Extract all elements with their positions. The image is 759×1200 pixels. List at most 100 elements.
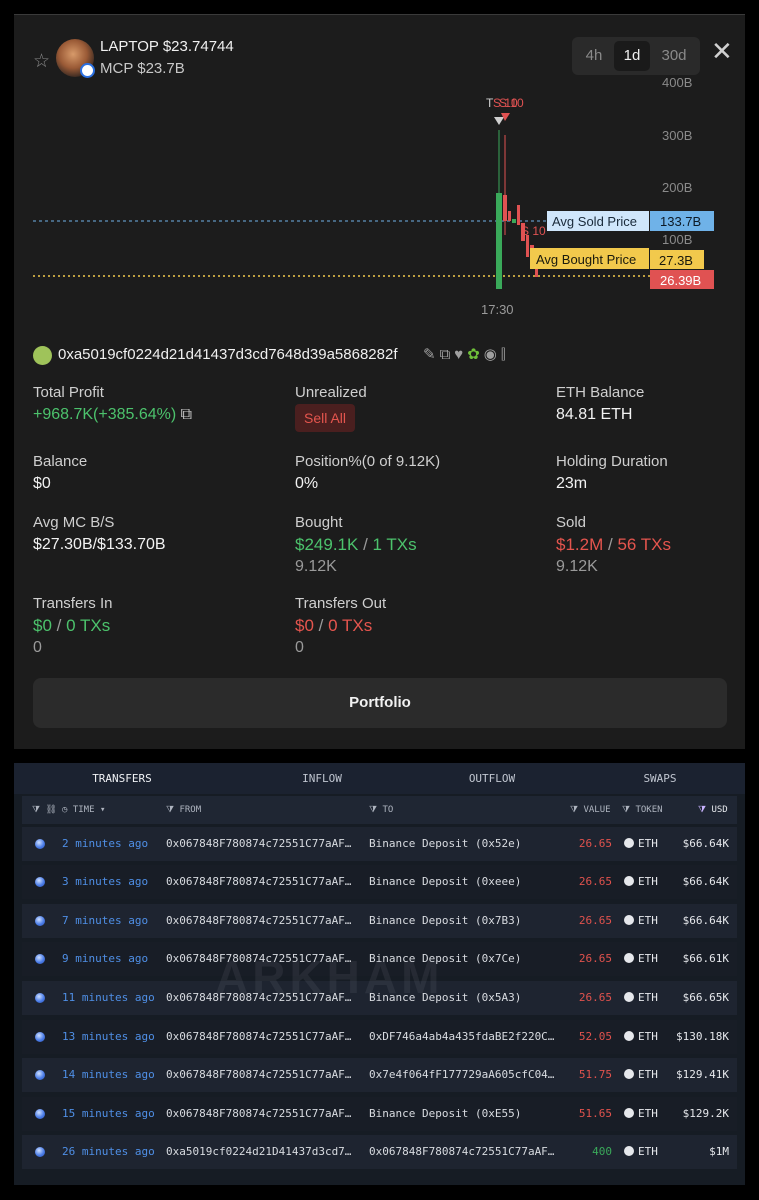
timeframe-4h[interactable]: 4h <box>578 41 610 71</box>
transfers-out-value: $0 / 0 TXs <box>295 616 372 636</box>
row-token[interactable]: ETH <box>624 1020 658 1054</box>
row-from[interactable]: 0x067848F780874c72551C77aAF… <box>166 827 352 861</box>
row-to[interactable]: 0x067848F780874c72551C77aAF… <box>369 1135 557 1169</box>
row-value: 52.05 <box>578 1030 612 1043</box>
row-token[interactable]: ETH <box>624 827 658 861</box>
tab-swaps[interactable]: SWAPS <box>592 763 728 794</box>
transfers-tabs: TRANSFERS INFLOW OUTFLOW SWAPS <box>14 763 745 794</box>
position-value: 0% <box>295 475 319 492</box>
transfers-in-usd: $0 <box>33 616 52 635</box>
row-time[interactable]: 11 minutes ago <box>62 981 155 1015</box>
y-label-100: 100B <box>662 232 692 247</box>
avg-bought-value: 27.3B <box>659 253 693 268</box>
eth-icon <box>624 1108 634 1118</box>
from-header[interactable]: ⧩ FROM <box>166 796 201 824</box>
row-to[interactable]: Binance Deposit (0xeee) <box>369 865 557 899</box>
row-token[interactable]: ETH <box>624 865 658 899</box>
row-usd: $129.41K <box>676 1068 729 1081</box>
table-row[interactable]: 14 minutes ago 0x067848F780874c72551C77a… <box>22 1058 737 1092</box>
heart-icon[interactable]: ♥ <box>454 346 467 363</box>
row-time[interactable]: 9 minutes ago <box>62 942 148 976</box>
row-token[interactable]: ETH <box>624 1135 658 1169</box>
star-icon[interactable]: ☆ <box>33 50 50 73</box>
row-from[interactable]: 0x067848F780874c72551C77aAF… <box>166 865 352 899</box>
token-header[interactable]: ⧩ TOKEN <box>622 796 663 824</box>
time-header-label: TIME <box>72 805 95 815</box>
portfolio-button[interactable]: Portfolio <box>33 678 727 728</box>
row-time[interactable]: 26 minutes ago <box>62 1135 155 1169</box>
value-header[interactable]: ⧩ VALUE <box>570 796 611 824</box>
sold-separator: / <box>607 535 613 554</box>
transfers-in-amount: 0 <box>33 639 42 656</box>
copy-icon[interactable]: ⧉ <box>440 346 455 363</box>
explorer-icon[interactable]: ◉ <box>484 346 501 363</box>
row-from[interactable]: 0x067848F780874c72551C77aAF… <box>166 1020 352 1054</box>
row-to[interactable]: 0xDF746a4ab4a435fdaBE2f220C… <box>369 1020 557 1054</box>
row-token[interactable]: ETH <box>624 942 658 976</box>
row-token[interactable]: ETH <box>624 1058 658 1092</box>
tab-transfers[interactable]: TRANSFERS <box>54 763 190 794</box>
tab-inflow[interactable]: INFLOW <box>254 763 390 794</box>
row-time[interactable]: 7 minutes ago <box>62 904 148 938</box>
row-token[interactable]: ETH <box>624 981 658 1015</box>
filter-link-icon[interactable]: ⧩ ⛓ <box>32 796 57 824</box>
timeframe-30d[interactable]: 30d <box>654 41 694 71</box>
transfers-out-usd: $0 <box>295 616 314 635</box>
close-icon[interactable]: ✕ <box>711 36 733 67</box>
candle <box>512 219 516 223</box>
row-value: 26.65 <box>578 952 612 965</box>
sold-usd: $1.2M <box>556 535 604 554</box>
row-to[interactable]: Binance Deposit (0x7B3) <box>369 904 557 938</box>
row-usd: $66.64K <box>682 875 729 888</box>
avg-sold-label: Avg Sold Price <box>552 214 637 229</box>
table-row[interactable]: 15 minutes ago 0x067848F780874c72551C77a… <box>22 1097 737 1131</box>
row-token[interactable]: ETH <box>624 904 658 938</box>
wallet-address[interactable]: 0xa5019cf0224d21d41437d3cd7648d39a586828… <box>58 346 398 363</box>
table-row[interactable]: 13 minutes ago 0x067848F780874c72551C77a… <box>22 1020 737 1054</box>
transfers-out-label: Transfers Out <box>295 595 387 612</box>
eth-balance-value: 84.81 ETH <box>556 406 633 423</box>
row-from[interactable]: 0x067848F780874c72551C77aAF… <box>166 1058 352 1092</box>
row-to[interactable]: Binance Deposit (0xE55) <box>369 1097 557 1131</box>
table-row[interactable]: 3 minutes ago 0x067848F780874c72551C77aA… <box>22 865 737 899</box>
tab-outflow[interactable]: OUTFLOW <box>424 763 560 794</box>
time-header[interactable]: ◷ TIME ▾ <box>62 796 105 824</box>
timeframe-1d[interactable]: 1d <box>614 41 650 71</box>
frog-icon[interactable]: ✿ <box>467 346 484 363</box>
transfers-out-amount: 0 <box>295 639 304 656</box>
bought-separator: / <box>363 535 368 554</box>
sold-value: $1.2M / 56 TXs <box>556 535 671 555</box>
row-time[interactable]: 14 minutes ago <box>62 1058 155 1092</box>
row-to[interactable]: Binance Deposit (0x52e) <box>369 827 557 861</box>
row-time[interactable]: 13 minutes ago <box>62 1020 155 1054</box>
row-time[interactable]: 3 minutes ago <box>62 865 148 899</box>
chain-icon <box>35 877 45 887</box>
transfers-in-txs: 0 TXs <box>66 616 111 635</box>
row-value: 26.65 <box>578 875 612 888</box>
row-time[interactable]: 15 minutes ago <box>62 1097 155 1131</box>
token-title: LAPTOP $23.74744 <box>100 38 234 55</box>
table-header: ⧩ ⛓ ◷ TIME ▾ ⧩ FROM ⧩ TO ⧩ VALUE ⧩ TOKEN… <box>22 796 737 824</box>
row-time[interactable]: 2 minutes ago <box>62 827 148 861</box>
row-from[interactable]: 0xa5019cf0224d21D41437d3cd7… <box>166 1135 352 1169</box>
usd-header[interactable]: ⧩ USD <box>698 796 728 824</box>
chain-icon <box>35 993 45 1003</box>
table-row[interactable]: 2 minutes ago 0x067848F780874c72551C77aA… <box>22 827 737 861</box>
row-from[interactable]: 0x067848F780874c72551C77aAF… <box>166 904 352 938</box>
candle <box>517 205 520 225</box>
table-row[interactable]: 26 minutes ago 0xa5019cf0224d21D41437d3c… <box>22 1135 737 1169</box>
to-header[interactable]: ⧩ TO <box>369 796 393 824</box>
chart-link-icon[interactable]: ⫿ <box>501 346 510 363</box>
table-row[interactable]: 7 minutes ago 0x067848F780874c72551C77aA… <box>22 904 737 938</box>
bought-value: $249.1K / 1 TXs <box>295 535 417 555</box>
row-to[interactable]: 0x7e4f064fF177729aA605cfC04… <box>369 1058 557 1092</box>
chain-icon <box>35 1070 45 1080</box>
row-token[interactable]: ETH <box>624 1097 658 1131</box>
external-link-icon[interactable]: ⧉ <box>181 406 192 423</box>
row-token-label: ETH <box>638 875 658 888</box>
edit-icon[interactable]: ✎ <box>423 346 440 363</box>
row-value: 51.75 <box>578 1068 612 1081</box>
row-from[interactable]: 0x067848F780874c72551C77aAF… <box>166 1097 352 1131</box>
row-token-label: ETH <box>638 1068 658 1081</box>
sell-all-button[interactable]: Sell All <box>295 404 355 432</box>
